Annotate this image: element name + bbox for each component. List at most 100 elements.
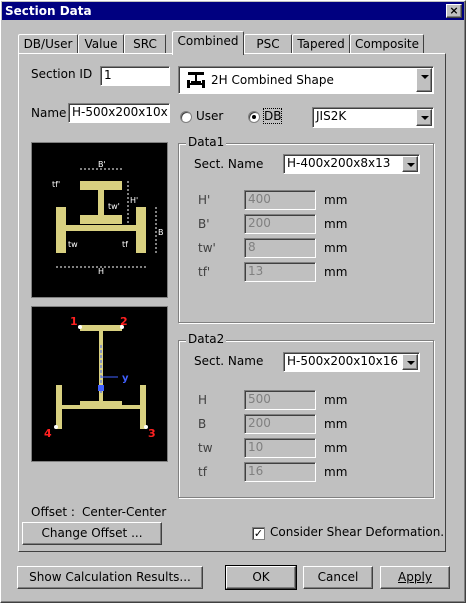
apply-button[interactable]: Apply [380,566,450,589]
data2-sect-name-label: Sect. Name [194,354,264,368]
chevron-down-icon[interactable] [402,156,418,172]
shear-deformation-checkbox[interactable]: ✓ [252,527,265,540]
top-flange [80,325,122,331]
offset-value: Center-Center [82,505,167,519]
data1-b-prime-field[interactable]: 200 [244,214,316,234]
data2-tw-field[interactable]: 10 [244,438,316,458]
data1-row-label: B' [198,217,210,231]
data2-row-unit: mm [324,417,348,431]
title-bar[interactable]: Section Data [2,2,464,20]
point-3-label: 3 [148,427,156,440]
user-radio[interactable] [180,111,192,123]
data1-row-unit: mm [324,217,348,231]
bottom-web [66,225,136,231]
name-input[interactable]: H-500x200x10x16 [68,103,170,123]
bottom-web [62,405,140,409]
tab-label: Tapered [297,37,345,51]
data1-h-prime-field[interactable]: 400 [244,190,316,210]
data2-sect-name-value: H-500x200x10x16 [287,354,399,368]
data2-sect-name-select[interactable]: H-500x200x10x16 [283,352,420,372]
left-flange [56,385,62,429]
tab-label: SRC [133,37,157,51]
chevron-down-icon[interactable] [402,354,418,370]
window-title: Section Data [5,4,92,18]
data2-h-field[interactable]: 500 [244,390,316,410]
data2-row-label: B [198,417,207,431]
chevron-down-icon[interactable] [416,109,432,126]
db-select[interactable]: JIS2K [312,107,434,128]
data2-row-label: H [198,393,208,407]
data1-row-label: tf' [198,265,211,279]
data1-row-label: tw' [198,241,216,255]
combined-shape-icon [187,72,205,88]
data1-row-unit: mm [324,265,348,279]
tab-label: PSC [256,37,280,51]
section-dimension-diagram: B' tf' tw' H' B tw tf H [31,142,168,298]
mid-flange [80,215,122,224]
data2-row-unit: mm [324,393,348,407]
tab-label: Value [84,37,118,51]
cancel-button[interactable]: Cancel [303,566,373,589]
tab-db-user[interactable]: DB/User [18,34,78,54]
shear-deformation-label: Consider Shear Deformation. [270,525,445,539]
label-h-prime: H' [130,196,138,205]
section-id-input[interactable]: 1 [100,66,170,86]
data2-b-field[interactable]: 200 [244,414,316,434]
label-b-prime: B' [98,160,106,169]
data2-legend: Data2 [186,332,227,346]
cancel-label: Cancel [317,570,359,584]
offset-label: Offset : [31,505,75,519]
check-icon: ✓ [253,527,264,540]
tab-combined[interactable]: Combined [172,31,244,55]
db-radio[interactable] [248,111,260,123]
shape-type-select[interactable]: 2H Combined Shape [178,66,434,94]
data1-legend: Data1 [186,135,227,149]
close-button[interactable]: × [446,4,462,18]
label-tw-prime: tw' [108,202,120,211]
point-4-label: 4 [44,427,52,440]
data1-sect-name-select[interactable]: H-400x200x8x13 [283,154,420,174]
db-radio-label: DB [262,108,283,124]
dimension-drawing: B' tf' tw' H' B tw tf H [52,160,164,276]
label-h: H [98,267,104,276]
section-id-label: Section ID [31,67,93,81]
name-label: Name [31,106,67,120]
data1-tf-prime-field[interactable]: 13 [244,262,316,282]
tab-tapered[interactable]: Tapered [292,34,350,54]
label-tf-prime: tf' [52,180,60,189]
tab-label: Combined [177,34,239,48]
data1-row-unit: mm [324,241,348,255]
data2-tf-field[interactable]: 16 [244,462,316,482]
data1-row-unit: mm [324,193,348,207]
data2-row-label: tw [198,441,213,455]
chevron-down-icon[interactable] [416,68,432,92]
data1-tw-prime-field[interactable]: 8 [244,238,316,258]
top-flange [80,181,122,190]
show-results-button[interactable]: Show Calculation Results... [17,566,203,589]
apply-label: Apply [398,570,432,584]
tab-label: Composite [354,37,420,51]
label-tf: tf [122,240,128,249]
change-offset-label: Change Offset ... [41,526,143,540]
right-flange [140,385,146,429]
ok-button[interactable]: OK [225,565,297,590]
section-points-diagram: y 1 2 3 4 [31,306,168,462]
data1-sect-name-value: H-400x200x8x13 [287,156,391,170]
data2-row-label: tf [198,465,207,479]
y-axis-label: y [122,373,129,384]
change-offset-button[interactable]: Change Offset ... [22,522,162,545]
data1-row-label: H' [198,193,211,207]
point-2-label: 2 [120,315,128,328]
tab-psc[interactable]: PSC [244,34,292,54]
tab-value[interactable]: Value [78,34,124,54]
left-flange [56,207,66,253]
top-web [98,190,104,215]
data1-sect-name-label: Sect. Name [194,157,264,171]
data2-row-unit: mm [324,441,348,455]
label-b: B [158,228,164,237]
tab-src[interactable]: SRC [124,34,166,54]
tab-composite[interactable]: Composite [350,34,424,54]
close-icon: × [449,4,459,17]
label-tw: tw [68,240,78,249]
tab-label: DB/User [23,37,73,51]
